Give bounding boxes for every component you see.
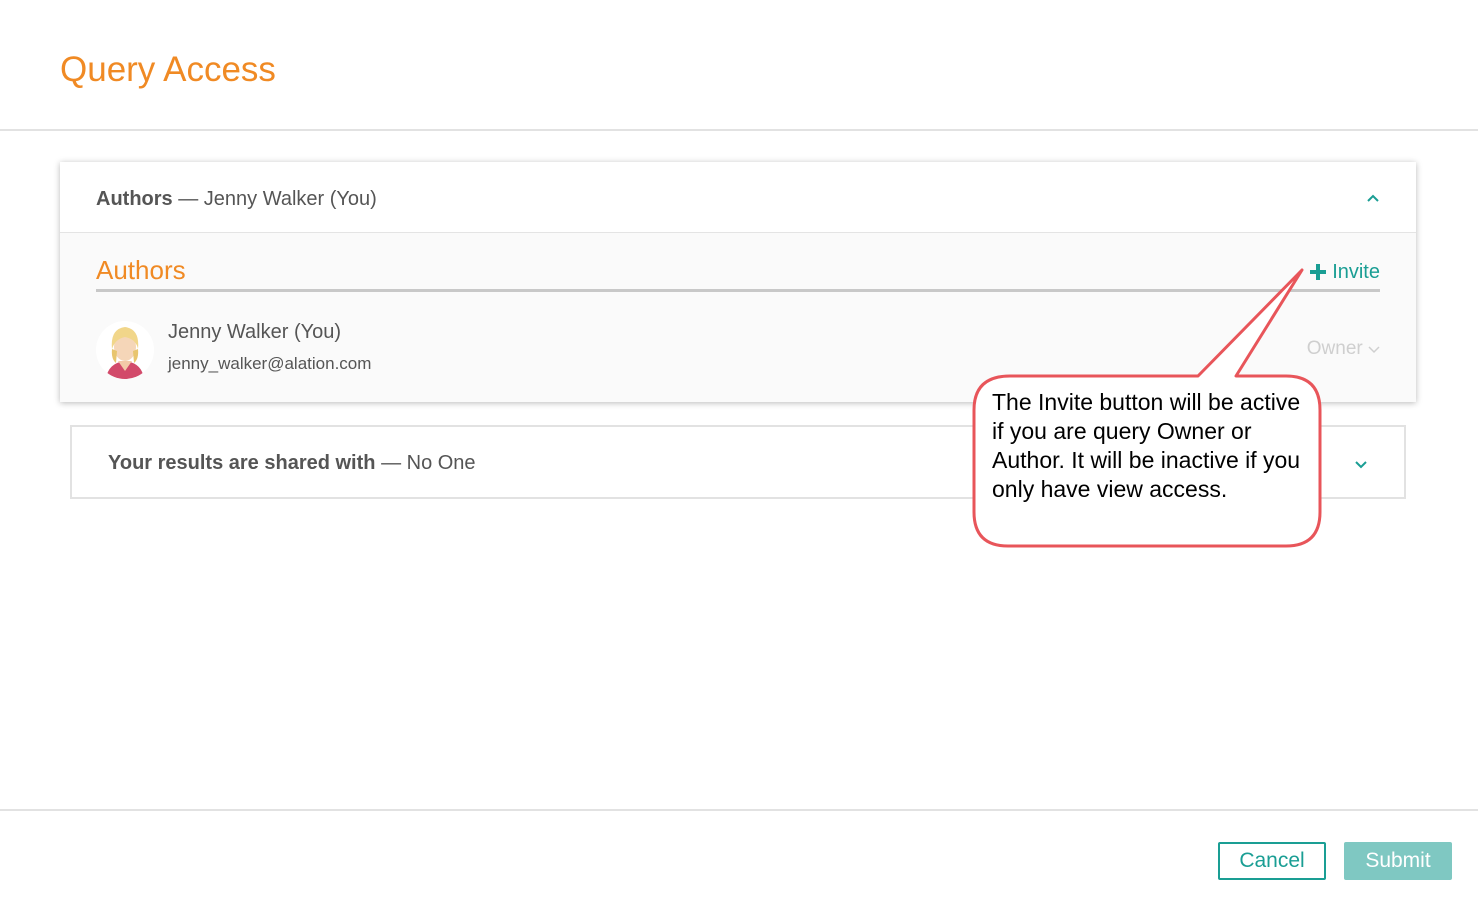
page-title: Query Access [60, 50, 276, 89]
separator: — [381, 452, 402, 474]
submit-button[interactable]: Submit [1344, 842, 1452, 880]
authors-section-title: Authors [96, 255, 186, 285]
authors-panel-summary: Authors — Jenny Walker (You) [96, 188, 377, 211]
modal-header: Query Access [0, 0, 1478, 131]
chevron-down-icon [1368, 338, 1380, 359]
chevron-down-icon[interactable] [1354, 457, 1368, 473]
authors-panel-header[interactable]: Authors — Jenny Walker (You) [60, 162, 1416, 233]
shared-panel-summary: Your results are shared with — No One [108, 452, 476, 475]
user-name: Jenny Walker (You) [168, 321, 342, 343]
cancel-button[interactable]: Cancel [1218, 842, 1326, 880]
shared-panel-value: No One [406, 452, 476, 474]
separator: — [178, 188, 199, 210]
authors-panel-value: Jenny Walker (You) [203, 188, 377, 210]
callout-text: The Invite button will be active if you … [992, 389, 1301, 502]
user-email: jenny_walker@alation.com [168, 354, 372, 373]
authors-panel-label: Authors [96, 188, 173, 210]
avatar-woman-icon [96, 321, 154, 379]
chevron-up-icon[interactable] [1366, 190, 1380, 206]
shared-panel-label: Your results are shared with [108, 452, 376, 474]
